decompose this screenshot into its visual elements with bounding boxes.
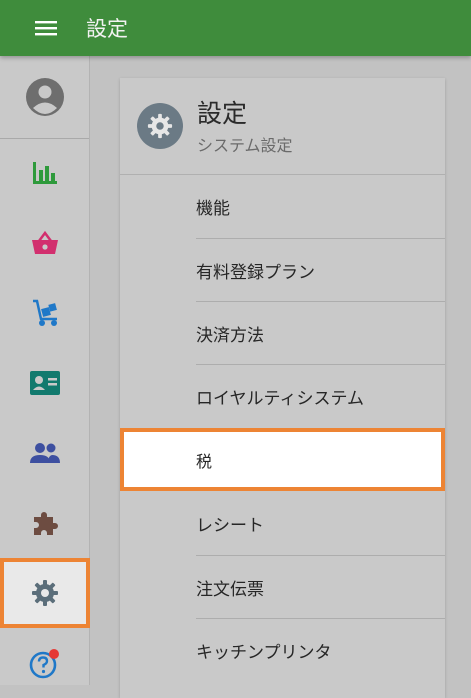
settings-item-kitchen-printer[interactable]: キッチンプリンタ (120, 619, 445, 682)
settings-item-loyalty[interactable]: ロイヤルティシステム (120, 365, 445, 428)
sidebar (0, 56, 90, 685)
settings-item-label: 税 (196, 451, 213, 471)
hand-truck-icon (33, 299, 57, 326)
settings-item-payment-methods[interactable]: 決済方法 (120, 302, 445, 365)
bar-chart-icon (33, 162, 57, 184)
settings-item-label: 有料登録プラン (196, 263, 315, 283)
hamburger-menu-icon[interactable] (28, 10, 64, 46)
sidebar-item-employees[interactable] (0, 418, 90, 488)
settings-item-label: レシート (196, 516, 264, 536)
account-circle-icon (25, 78, 64, 116)
settings-item-tax[interactable]: 税 (120, 428, 445, 491)
sidebar-item-help[interactable] (0, 628, 90, 698)
sidebar-item-customers[interactable] (0, 348, 90, 418)
settings-item-label: 機能 (196, 199, 230, 219)
puzzle-piece-icon (34, 512, 58, 535)
settings-header: 設定 システム設定 (120, 78, 445, 175)
settings-item-order-ticket[interactable]: 注文伝票 (120, 556, 445, 619)
page-subtitle: システム設定 (197, 136, 293, 155)
gear-icon (137, 103, 183, 149)
settings-item-label: ロイヤルティシステム (196, 389, 364, 409)
notification-badge (49, 649, 59, 659)
sidebar-item-settings[interactable] (0, 558, 90, 628)
gear-icon (32, 580, 58, 606)
page-title: 設定 (197, 99, 248, 128)
sidebar-item-sales[interactable] (0, 208, 90, 278)
settings-item-label: 決済方法 (196, 326, 264, 346)
app-title: 設定 (86, 17, 128, 41)
settings-item-label: キッチンプリンタ (196, 643, 332, 663)
settings-card: 設定 システム設定 機能 有料登録プラン 決済方法 ロイヤルティシステム 税 レ… (120, 78, 445, 698)
help-circle-icon (29, 649, 59, 679)
sidebar-item-account[interactable] (0, 56, 89, 139)
settings-item-receipt[interactable]: レシート (120, 492, 445, 555)
settings-item-subscription[interactable]: 有料登録プラン (120, 239, 445, 302)
contact-card-icon (30, 371, 60, 395)
people-icon (30, 443, 60, 463)
sidebar-item-inventory[interactable] (0, 278, 90, 348)
app-bar: 設定 (0, 0, 471, 56)
sidebar-item-plugins[interactable] (0, 488, 90, 558)
sidebar-item-reports[interactable] (0, 138, 90, 208)
shopping-basket-icon (32, 230, 58, 254)
settings-item-features[interactable]: 機能 (120, 175, 445, 238)
settings-item-label: 注文伝票 (196, 580, 264, 600)
